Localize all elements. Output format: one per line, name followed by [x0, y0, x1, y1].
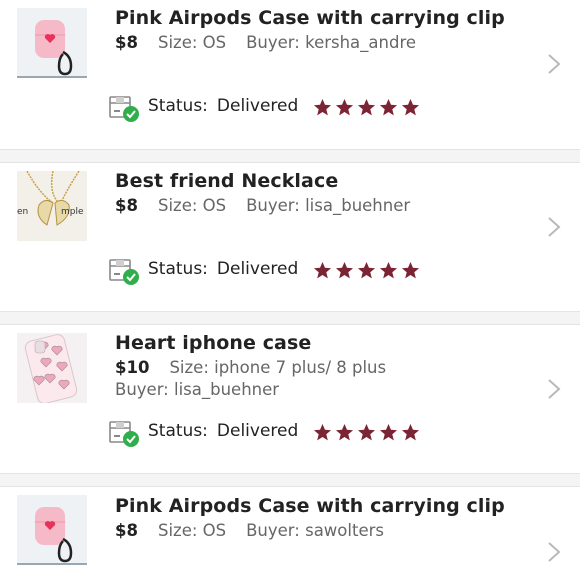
order-row[interactable]: Pink Airpods Case with carrying clip $8 S…	[0, 0, 580, 150]
item-price: $8	[115, 521, 138, 540]
item-price: $10	[115, 358, 150, 377]
item-size: Size: OS	[157, 33, 227, 52]
star-icon	[401, 261, 420, 279]
pink-airpods-case-image	[17, 8, 87, 78]
star-icon	[335, 423, 354, 441]
row-separator	[0, 312, 580, 324]
chevron-right-icon[interactable]	[546, 216, 562, 238]
item-buyer: Buyer: lisa_buehner	[246, 196, 411, 215]
chevron-right-icon[interactable]	[546, 53, 562, 75]
item-buyer: Buyer: kersha_andre	[246, 33, 417, 52]
row-separator	[0, 474, 580, 486]
item-size: Size: OS	[157, 521, 227, 540]
order-status: Status: Delivered	[108, 419, 428, 449]
chevron-right-icon[interactable]	[546, 541, 562, 563]
item-price: $8	[115, 33, 138, 52]
row-separator	[0, 150, 580, 162]
item-details: $8 Size: OS Buyer: kersha_andre	[115, 33, 416, 52]
star-icon	[335, 98, 354, 116]
star-icon	[401, 423, 420, 441]
item-buyer: Buyer: lisa_buehner	[115, 380, 280, 399]
item-buyer: Buyer: sawolters	[246, 521, 384, 540]
status-value: Delivered	[216, 96, 299, 116]
item-size: Size: iphone 7 plus/ 8 plus	[169, 358, 387, 377]
star-icon	[379, 98, 398, 116]
necklace-image: en mple	[17, 171, 87, 241]
item-price: $8	[115, 196, 138, 215]
item-title[interactable]: Pink Airpods Case with carrying clip	[115, 7, 505, 29]
item-details: $10 Size: iphone 7 plus/ 8 plus	[115, 358, 386, 377]
svg-text:mple: mple	[61, 207, 84, 217]
item-details: $8 Size: OS Buyer: sawolters	[115, 521, 384, 540]
status-value: Delivered	[216, 259, 299, 279]
order-row[interactable]: Heart iphone case $10 Size: iphone 7 plus…	[0, 324, 580, 474]
heart-iphone-case-image	[17, 333, 87, 403]
star-icon	[379, 261, 398, 279]
chevron-right-icon[interactable]	[546, 378, 562, 400]
star-icon	[313, 98, 332, 116]
status-label: Status:	[148, 96, 208, 116]
item-title[interactable]: Heart iphone case	[115, 332, 311, 354]
order-row[interactable]: en mple Best friend Necklace $8 Size: OS B…	[0, 162, 580, 312]
rating-stars	[313, 98, 420, 118]
item-title[interactable]: Pink Airpods Case with carrying clip	[115, 495, 505, 517]
order-row[interactable]: Pink Airpods Case with carrying clip $8 S…	[0, 486, 580, 580]
item-size: Size: OS	[157, 196, 227, 215]
star-icon	[313, 423, 332, 441]
status-label: Status:	[148, 259, 208, 279]
pink-airpods-case-image	[17, 495, 87, 565]
order-status: Status: Delivered	[108, 257, 428, 287]
star-icon	[335, 261, 354, 279]
status-value: Delivered	[216, 421, 299, 441]
package-delivered-icon	[109, 421, 139, 447]
status-label: Status:	[148, 421, 208, 441]
package-delivered-icon	[109, 259, 139, 285]
item-details: $8 Size: OS Buyer: lisa_buehner	[115, 196, 410, 215]
star-icon	[313, 261, 332, 279]
star-icon	[401, 98, 420, 116]
star-icon	[357, 423, 376, 441]
package-delivered-icon	[109, 96, 139, 122]
star-icon	[357, 98, 376, 116]
svg-text:en: en	[17, 207, 28, 217]
star-icon	[357, 261, 376, 279]
star-icon	[379, 423, 398, 441]
item-title[interactable]: Best friend Necklace	[115, 170, 338, 192]
rating-stars	[313, 423, 420, 443]
order-status: Status: Delivered	[108, 94, 428, 124]
rating-stars	[313, 261, 420, 281]
